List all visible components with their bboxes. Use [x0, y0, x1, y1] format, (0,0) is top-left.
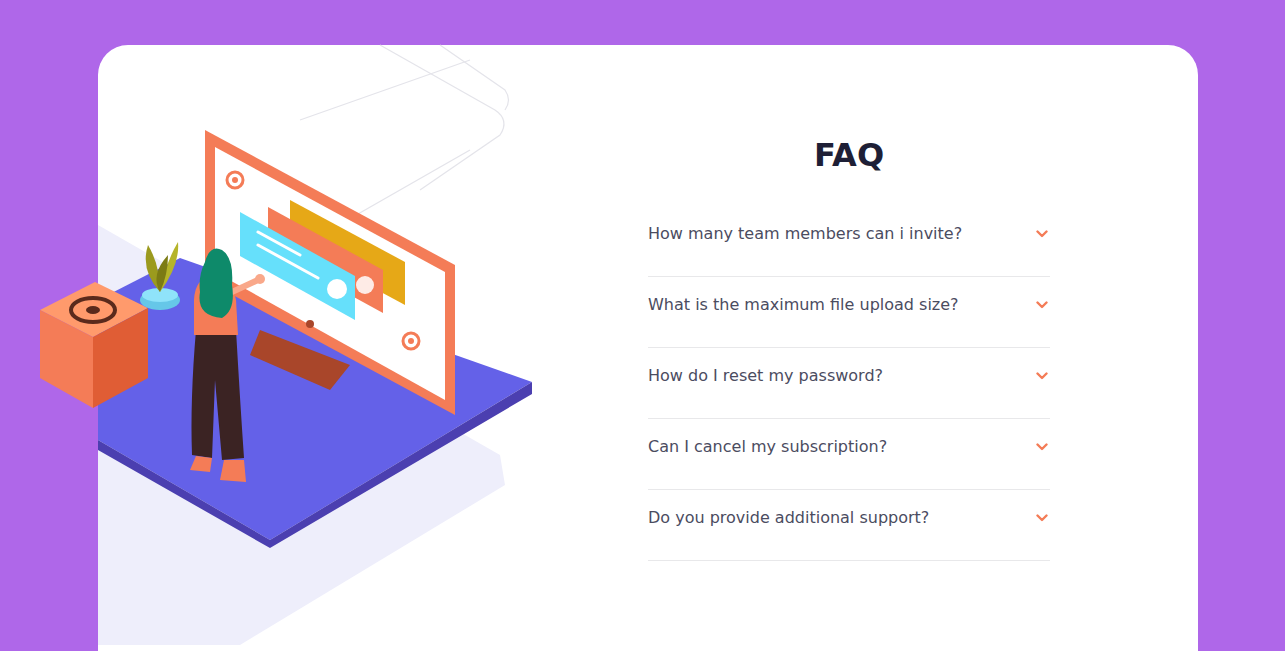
chevron-down-icon[interactable]	[1036, 372, 1048, 380]
illustration	[98, 45, 648, 651]
faq-item[interactable]: How do I reset my password?	[648, 348, 1050, 419]
faq-section: FAQ How many team members can i invite? Wh…	[648, 45, 1050, 651]
faq-item[interactable]: Can I cancel my subscription?	[648, 419, 1050, 490]
faq-question[interactable]: Do you provide additional support?	[648, 509, 929, 527]
faq-item[interactable]: How many team members can i invite?	[648, 206, 1050, 277]
illustration-column	[98, 45, 648, 651]
chevron-down-icon[interactable]	[1036, 301, 1048, 309]
chevron-down-icon[interactable]	[1036, 230, 1048, 238]
chevron-down-icon[interactable]	[1036, 514, 1048, 522]
faq-item[interactable]: What is the maximum file upload size?	[648, 277, 1050, 348]
page: FAQ How many team members can i invite? Wh…	[0, 0, 1285, 651]
faq-title: FAQ	[648, 135, 1050, 175]
faq-question[interactable]: What is the maximum file upload size?	[648, 296, 959, 314]
chevron-down-icon[interactable]	[1036, 443, 1048, 451]
faq-question[interactable]: How many team members can i invite?	[648, 225, 962, 243]
faq-question[interactable]: Can I cancel my subscription?	[648, 438, 887, 456]
faq-card: FAQ How many team members can i invite? Wh…	[98, 45, 1198, 651]
faq-item[interactable]: Do you provide additional support?	[648, 490, 1050, 561]
faq-list: How many team members can i invite? What …	[648, 206, 1050, 561]
faq-question[interactable]: How do I reset my password?	[648, 367, 883, 385]
